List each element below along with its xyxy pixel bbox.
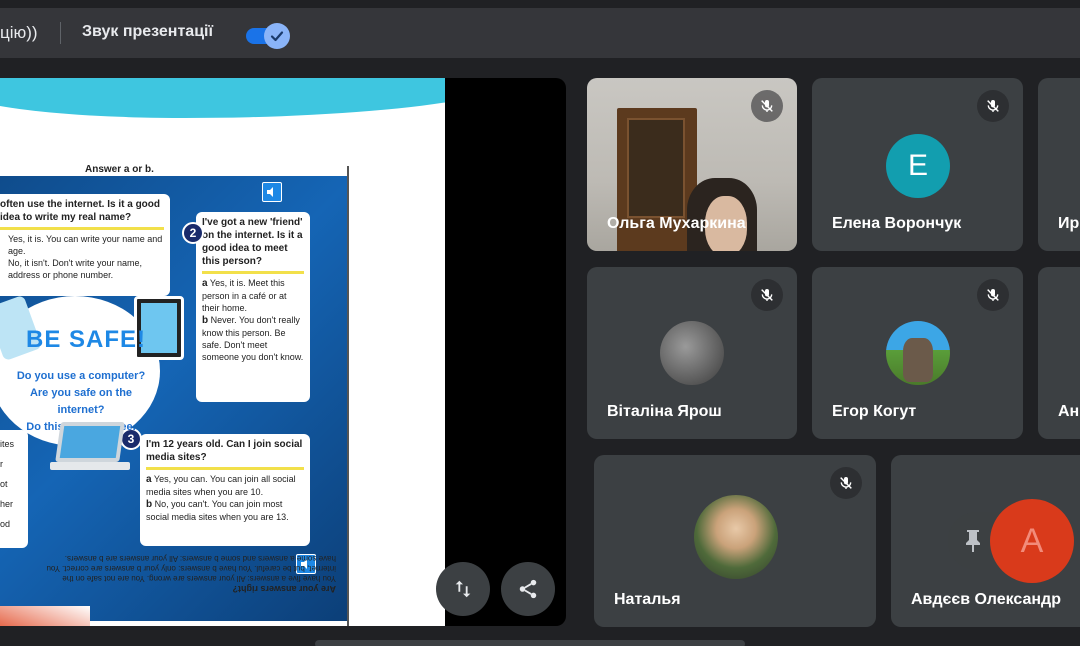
answer-label: a xyxy=(146,474,152,485)
participant-tile[interactable]: Наталья xyxy=(594,455,876,627)
quiz-answer-1a: Yes, it is. You can write your name and … xyxy=(8,234,163,256)
slide-title: BE SAFE! xyxy=(26,326,147,353)
cut-text: ites xyxy=(0,439,15,449)
video-door-glass xyxy=(627,118,685,218)
shared-slide: Answer a or b. often use the internet. I… xyxy=(0,78,445,626)
avatar-letter: A xyxy=(1020,521,1044,560)
answer-label: b xyxy=(202,315,209,326)
cut-text: ot xyxy=(0,479,8,489)
laptop-illustration xyxy=(55,422,125,462)
participant-tile[interactable]: Егор Когут xyxy=(812,267,1023,439)
quiz-answer-2a: a Yes, it is. Meet this person in a café… xyxy=(202,277,304,314)
page-divider xyxy=(347,166,349,626)
presenter-avatar[interactable]: A xyxy=(990,499,1074,583)
swap-layout-button[interactable] xyxy=(436,562,490,616)
quiz-card-cut: ites r ot her od xyxy=(0,430,28,548)
quiz-answer-3a: a Yes, you can. You can join all social … xyxy=(146,473,304,498)
slide-instruction: Answer a or b. xyxy=(85,164,154,175)
cut-text: her xyxy=(0,499,14,509)
swap-vertical-icon xyxy=(455,580,471,598)
answer-label: b xyxy=(146,499,153,510)
participant-tile[interactable]: E Елена Ворончук xyxy=(812,78,1023,251)
participant-name: Елена Ворончук xyxy=(832,215,962,232)
quiz-answer-2b: b Never. You don't really know this pers… xyxy=(202,314,304,363)
banner-divider xyxy=(60,22,61,44)
mic-off-icon xyxy=(751,90,783,122)
quiz-card-2: I've got a new 'friend' on the internet.… xyxy=(196,212,310,402)
participant-name: Ир xyxy=(1058,215,1080,232)
answer-text: Yes, it is. Meet this person in a café o… xyxy=(202,278,287,313)
answer-text: No, you can't. You can join most social … xyxy=(146,499,289,522)
pin-icon[interactable] xyxy=(962,528,984,559)
highlight-bar xyxy=(202,271,304,274)
share-icon xyxy=(519,579,537,599)
quiz-question-3: I'm 12 years old. Can I join social medi… xyxy=(146,439,303,463)
quiz-question-2: I've got a new 'friend' on the internet.… xyxy=(202,217,303,267)
slide-corner-accent xyxy=(0,606,90,626)
mic-off-icon xyxy=(977,279,1009,311)
avatar xyxy=(660,321,724,385)
highlight-bar xyxy=(146,467,304,470)
participant-name: Авдєєв Олександр xyxy=(911,591,1061,608)
mic-off-icon xyxy=(830,467,862,499)
avatar xyxy=(886,321,950,385)
bottom-bar-handle xyxy=(315,640,745,646)
participant-name: Наталья xyxy=(614,591,681,608)
subtitle-line: Do you use a computer? xyxy=(16,370,146,382)
quiz-answer-1b: No, it isn't. Don't write your name, add… xyxy=(8,258,142,280)
checkmark-icon xyxy=(264,23,290,49)
flipped-text: You have five a answers: All your answer… xyxy=(46,554,336,583)
quiz-question-1: often use the internet. Is it a good ide… xyxy=(0,199,161,223)
avatar xyxy=(694,495,778,579)
participant-tile[interactable]: Ир xyxy=(1038,78,1080,251)
avatar-figure xyxy=(903,338,933,382)
quiz-card-3: I'm 12 years old. Can I join social medi… xyxy=(140,434,310,546)
subtitle-line: Are you safe on the internet? xyxy=(29,387,133,416)
upside-down-answers: Are your answers right? You have five a … xyxy=(0,546,340,596)
quiz-card-1: often use the internet. Is it a good ide… xyxy=(0,194,170,296)
participant-name: Віталіна Ярош xyxy=(607,403,722,420)
audio-speaker-icon xyxy=(262,182,282,202)
cut-text: od xyxy=(0,519,11,529)
participant-name: Егор Когут xyxy=(832,403,917,420)
participant-name: Ан xyxy=(1058,403,1080,420)
answer-label: a xyxy=(202,278,208,289)
participant-tile[interactable]: Ольга Мухаркина xyxy=(587,78,797,251)
quiz-number-2: 2 xyxy=(182,222,204,244)
top-edge xyxy=(0,0,1080,8)
avatar: E xyxy=(886,134,950,198)
participant-tile[interactable]: Ан xyxy=(1038,267,1080,439)
mic-off-icon xyxy=(977,90,1009,122)
answer-text: Yes, you can. You can join all social me… xyxy=(146,474,296,497)
highlight-bar xyxy=(0,227,164,230)
slide-wave xyxy=(0,78,445,118)
laptop-base xyxy=(50,462,130,470)
banner-text-fragment: цію)) xyxy=(0,23,38,42)
quiz-answer-3b: b No, you can't. You can join most socia… xyxy=(146,498,304,523)
presentation-stage: Answer a or b. often use the internet. I… xyxy=(0,78,566,626)
flipped-title: Are your answers right? xyxy=(232,584,336,594)
share-button[interactable] xyxy=(501,562,555,616)
presentation-banner: цію)) Звук презентації xyxy=(0,8,1080,58)
answer-text: Never. You don't really know this person… xyxy=(202,315,304,362)
mic-off-icon xyxy=(751,279,783,311)
presentation-sound-label: Звук презентації xyxy=(82,23,213,40)
cut-text: r xyxy=(0,459,3,469)
participant-tile[interactable]: Віталіна Ярош xyxy=(587,267,797,439)
participant-name: Ольга Мухаркина xyxy=(607,215,746,232)
presentation-sound-toggle[interactable] xyxy=(246,23,292,49)
